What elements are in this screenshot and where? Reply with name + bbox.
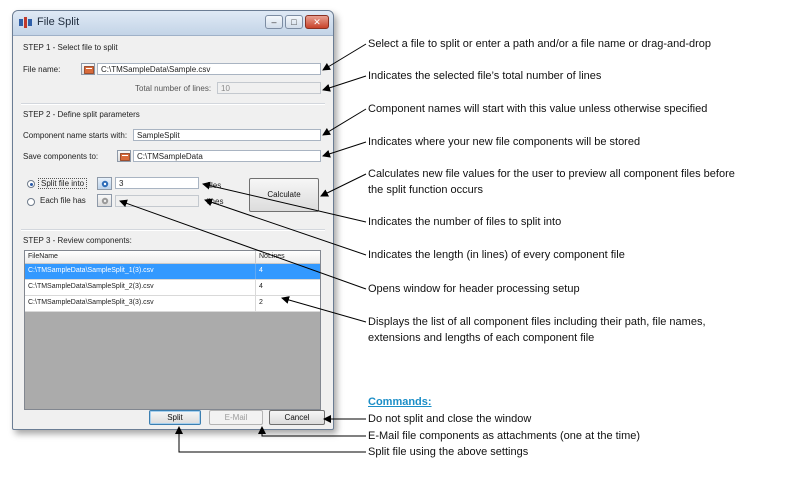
arrow-num-files bbox=[202, 181, 367, 223]
arrow-header-setup bbox=[119, 199, 367, 290]
arrow-list bbox=[281, 296, 367, 323]
arrow-save-location bbox=[322, 141, 367, 158]
arrow-select-file bbox=[322, 43, 367, 71]
arrow-total-lines bbox=[322, 75, 367, 92]
arrow-split bbox=[175, 426, 366, 453]
arrow-email bbox=[258, 426, 366, 437]
arrow-component-names bbox=[322, 108, 367, 136]
callout-arrows bbox=[119, 43, 367, 453]
arrow-calculate bbox=[320, 173, 367, 197]
arrow-length-lines bbox=[204, 198, 367, 256]
